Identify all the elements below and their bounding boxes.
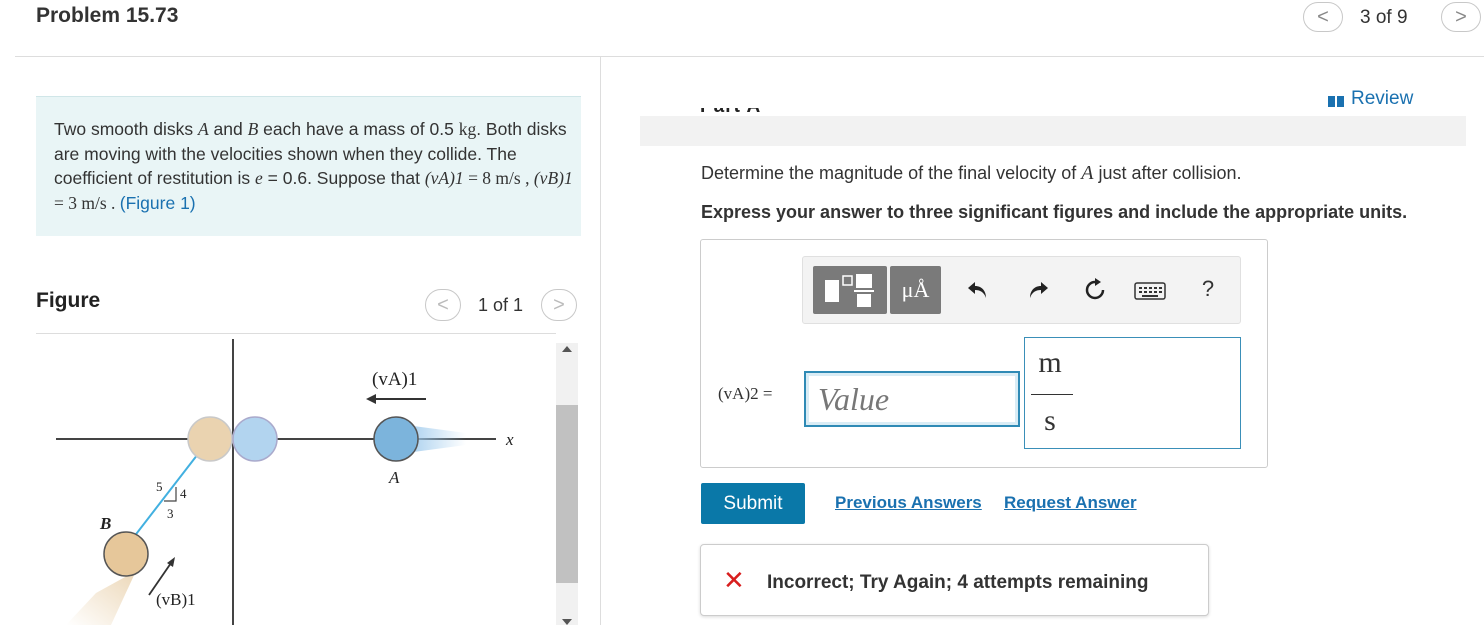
keyboard-icon: [1134, 282, 1166, 300]
disk-a-symbol: A: [197, 119, 209, 139]
velocity-b-label: (vB)1: [156, 590, 196, 609]
previous-answers-link[interactable]: Previous Answers: [835, 493, 982, 513]
problem-counter: 3 of 9: [1360, 7, 1408, 28]
units-field[interactable]: m s: [1024, 337, 1241, 449]
problem-title: Problem 15.73: [36, 4, 179, 27]
disk-b: [103, 531, 149, 577]
part-header-bar: [640, 116, 1466, 146]
panel-divider: [600, 57, 601, 625]
request-answer-link[interactable]: Request Answer: [1004, 493, 1137, 513]
question-part: Determine the magnitude of the final vel…: [701, 163, 1082, 183]
motion-trail-b: [66, 571, 136, 625]
redo-button[interactable]: [1023, 275, 1053, 305]
collision-figure: 5 4 3 (vA)1 x A B (vB)1: [56, 339, 514, 625]
help-button[interactable]: ?: [1196, 273, 1220, 305]
disk-b-symbol: B: [247, 119, 259, 139]
question-part: just after collision.: [1093, 163, 1242, 183]
statement-part: = 0.6. Suppose that: [262, 168, 425, 188]
keyboard-button[interactable]: [1133, 279, 1167, 303]
slope-label-3: 3: [167, 506, 174, 521]
statement-part: Two smooth disks: [54, 119, 198, 139]
vb1-symbol: (vB)1: [533, 168, 573, 188]
x-axis-label: x: [505, 430, 514, 449]
va1-symbol: (vA)1: [424, 168, 464, 188]
disk-b-at-collision: [187, 416, 233, 462]
vb1-value: = 3 m/s .: [54, 192, 120, 213]
redo-icon: [1030, 282, 1048, 298]
templates-button[interactable]: [813, 266, 887, 314]
previous-figure-button[interactable]: <: [425, 289, 461, 321]
value-input[interactable]: [804, 371, 1020, 427]
next-figure-button[interactable]: >: [541, 289, 577, 321]
reset-button[interactable]: [1080, 275, 1110, 305]
review-label: Review: [1351, 88, 1414, 109]
disk-a-label: A: [388, 468, 400, 487]
previous-problem-button[interactable]: <: [1303, 2, 1343, 32]
scroll-up-icon[interactable]: [562, 346, 572, 352]
next-problem-button[interactable]: >: [1441, 2, 1481, 32]
book-icon: [1327, 92, 1345, 107]
unit-fraction-bar: [1031, 394, 1073, 395]
feedback-text: Incorrect; Try Again; 4 attempts remaini…: [767, 572, 1149, 593]
slope-label-5: 5: [156, 479, 163, 494]
header-divider: [15, 56, 1484, 57]
figure-scrollbar[interactable]: [556, 343, 578, 625]
submit-button[interactable]: Submit: [701, 483, 805, 524]
math-toolbar: μÅ ?: [802, 256, 1241, 324]
review-link[interactable]: Review: [1327, 88, 1413, 110]
unit-denominator: s: [1044, 404, 1056, 437]
problem-statement: Two smooth disks A and B each have a mas…: [36, 96, 581, 236]
slope-label-4: 4: [180, 486, 187, 501]
va1-value: = 8 m/s ,: [463, 168, 534, 188]
question-text: Determine the magnitude of the final vel…: [701, 162, 1242, 185]
mass-unit: kg: [458, 119, 477, 139]
reset-icon: [1085, 278, 1105, 300]
statement-part: and: [208, 119, 248, 139]
disk-b-label: B: [99, 514, 111, 533]
figure-link[interactable]: (Figure 1): [120, 193, 196, 213]
disk-a-at-collision: [232, 416, 278, 462]
disk-a: [373, 416, 419, 462]
templates-icon: [825, 274, 874, 307]
question-variable: A: [1081, 162, 1094, 184]
scroll-thumb[interactable]: [556, 405, 578, 583]
statement-text: Two smooth disks A and B each have a mas…: [54, 117, 574, 215]
chevron-left-icon: <: [437, 293, 449, 316]
figure-heading: Figure: [36, 289, 101, 312]
velocity-a-label: (vA)1: [372, 369, 417, 390]
feedback-message: ✕ Incorrect; Try Again; 4 attempts remai…: [700, 544, 1209, 616]
units-button[interactable]: μÅ: [890, 266, 941, 314]
chevron-right-icon: >: [553, 293, 565, 316]
incorrect-icon: ✕: [723, 565, 745, 595]
answer-variable-label: (vA)2 =: [718, 384, 773, 403]
scroll-down-icon[interactable]: [562, 619, 572, 625]
instruction-text: Express your answer to three significant…: [701, 202, 1408, 222]
arrowhead-icon: [366, 394, 376, 404]
unit-numerator: m: [1038, 346, 1062, 379]
figure-counter: 1 of 1: [478, 295, 524, 315]
chevron-left-icon: <: [1317, 5, 1329, 28]
statement-part: each have a mass of 0.5: [258, 119, 459, 139]
undo-icon: [968, 282, 986, 298]
restitution-symbol: e: [255, 168, 263, 188]
undo-button[interactable]: [963, 275, 993, 305]
chevron-right-icon: >: [1455, 5, 1467, 28]
